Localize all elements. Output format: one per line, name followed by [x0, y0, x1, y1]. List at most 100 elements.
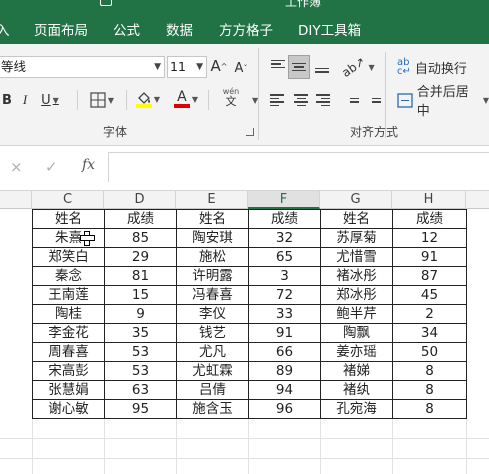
bottom-align-button[interactable]: [312, 56, 332, 78]
name-cell[interactable]: 许明露: [176, 266, 249, 286]
name-cell[interactable]: 张慧娟: [32, 380, 105, 400]
phonetic-guide-button[interactable]: wén 文: [214, 86, 248, 108]
name-cell[interactable]: 陶飘: [320, 323, 393, 343]
score-cell[interactable]: 8: [392, 361, 467, 381]
name-cell[interactable]: 褚娣: [320, 361, 393, 381]
top-align-button[interactable]: [268, 56, 288, 78]
fill-color-button[interactable]: ▼: [131, 88, 165, 110]
name-cell[interactable]: 褚冰彤: [320, 266, 393, 286]
name-cell[interactable]: 尤惜雪: [320, 247, 393, 267]
name-cell[interactable]: 王南莲: [32, 285, 105, 305]
score-cell[interactable]: 53: [104, 361, 177, 381]
name-cell[interactable]: 宋高彭: [32, 361, 105, 381]
header-cell[interactable]: 成绩: [104, 209, 177, 229]
score-cell[interactable]: 63: [104, 380, 177, 400]
middle-align-button[interactable]: [288, 55, 310, 79]
save-icon[interactable]: [100, 0, 112, 6]
header-cell[interactable]: 姓名: [176, 209, 249, 229]
cancel-icon[interactable]: ×: [10, 158, 23, 176]
italic-button[interactable]: I: [18, 89, 32, 111]
score-cell[interactable]: 94: [248, 380, 321, 400]
score-cell[interactable]: 91: [392, 247, 467, 267]
underline-button[interactable]: U ▼: [38, 89, 62, 111]
name-cell[interactable]: 尤凡: [176, 342, 249, 362]
score-cell[interactable]: 12: [392, 228, 467, 248]
merge-center-button[interactable]: 合并后居中 ▼: [397, 85, 489, 119]
column-header-c[interactable]: C: [32, 191, 104, 209]
score-cell[interactable]: 34: [392, 323, 467, 343]
column-header-g[interactable]: G: [320, 191, 392, 209]
name-cell[interactable]: 钱艺: [176, 323, 249, 343]
tab-ffgz[interactable]: 方方格子: [219, 19, 273, 39]
score-cell[interactable]: 96: [248, 399, 321, 419]
name-cell[interactable]: 施含玉: [176, 399, 249, 419]
score-cell[interactable]: 72: [248, 285, 321, 305]
name-cell[interactable]: 谢心敏: [32, 399, 105, 419]
increase-indent-button[interactable]: [365, 89, 383, 111]
borders-button[interactable]: ▼: [86, 89, 118, 111]
column-header-d[interactable]: D: [104, 191, 176, 209]
name-cell[interactable]: 鲍半芹: [320, 304, 393, 324]
wrap-text-button[interactable]: ab c↵ 自动换行: [397, 56, 469, 78]
name-cell[interactable]: 苏厚菊: [320, 228, 393, 248]
insert-function-icon[interactable]: fx: [82, 157, 95, 173]
name-cell[interactable]: 周春喜: [32, 342, 105, 362]
header-cell[interactable]: 成绩: [392, 209, 467, 229]
name-cell[interactable]: 秦念: [32, 266, 105, 286]
name-cell[interactable]: 孔宛海: [320, 399, 393, 419]
align-center-button[interactable]: [292, 89, 310, 111]
score-cell[interactable]: 15: [104, 285, 177, 305]
score-cell[interactable]: 65: [248, 247, 321, 267]
score-cell[interactable]: 29: [104, 247, 177, 267]
name-cell[interactable]: 郑笑白: [32, 247, 105, 267]
column-header-h[interactable]: H: [392, 191, 466, 209]
font-size-combo[interactable]: 11 ▼: [167, 56, 207, 78]
tab-page-layout[interactable]: 页面布局: [34, 19, 88, 39]
header-cell[interactable]: 姓名: [320, 209, 393, 229]
name-cell[interactable]: 陶桂: [32, 304, 105, 324]
tab-insert[interactable]: 入: [0, 19, 10, 39]
score-cell[interactable]: 85: [104, 228, 177, 248]
font-name-combo[interactable]: 等线 ▼: [0, 56, 165, 78]
header-cell[interactable]: 姓名: [32, 209, 105, 229]
tab-data[interactable]: 数据: [166, 19, 193, 39]
score-cell[interactable]: 9: [104, 304, 177, 324]
header-cell[interactable]: 成绩: [248, 209, 321, 229]
score-cell[interactable]: 8: [392, 380, 467, 400]
score-cell[interactable]: 2: [392, 304, 467, 324]
score-cell[interactable]: 45: [392, 285, 467, 305]
decrease-indent-button[interactable]: [343, 89, 361, 111]
score-cell[interactable]: 32: [248, 228, 321, 248]
font-dialog-launcher-icon[interactable]: [246, 128, 254, 136]
column-header-e[interactable]: E: [176, 191, 248, 209]
bold-button[interactable]: B: [0, 89, 14, 111]
score-cell[interactable]: 89: [248, 361, 321, 381]
name-cell[interactable]: 褚纨: [320, 380, 393, 400]
column-header-i[interactable]: [466, 191, 489, 209]
score-cell[interactable]: 8: [392, 399, 467, 419]
orientation-button[interactable]: ab↗ ▼: [340, 54, 375, 80]
score-cell[interactable]: 95: [104, 399, 177, 419]
score-cell[interactable]: 33: [248, 304, 321, 324]
column-header-f[interactable]: F: [248, 191, 320, 209]
name-cell[interactable]: 施松: [176, 247, 249, 267]
score-cell[interactable]: 35: [104, 323, 177, 343]
score-cell[interactable]: 66: [248, 342, 321, 362]
score-cell[interactable]: 87: [392, 266, 467, 286]
column-header-b[interactable]: [0, 191, 32, 209]
name-cell[interactable]: 吕倩: [176, 380, 249, 400]
font-color-button[interactable]: A ▼: [170, 88, 202, 110]
tab-formulas[interactable]: 公式: [113, 19, 140, 39]
decrease-font-button[interactable]: Aˇ: [231, 57, 251, 79]
score-cell[interactable]: 50: [392, 342, 467, 362]
name-cell[interactable]: 李金花: [32, 323, 105, 343]
increase-font-button[interactable]: A ^: [209, 55, 229, 77]
align-right-button[interactable]: [314, 89, 332, 111]
score-cell[interactable]: 3: [248, 266, 321, 286]
name-cell[interactable]: 陶安琪: [176, 228, 249, 248]
enter-icon[interactable]: ✓: [45, 158, 58, 176]
name-cell[interactable]: 姜亦瑶: [320, 342, 393, 362]
score-cell[interactable]: 91: [248, 323, 321, 343]
tab-diy-toolbox[interactable]: DIY工具箱: [298, 19, 361, 39]
score-cell[interactable]: 81: [104, 266, 177, 286]
